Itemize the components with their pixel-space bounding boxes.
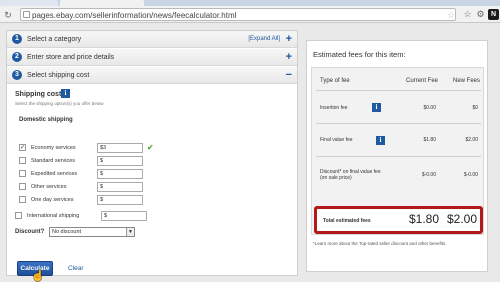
top-rated-seller-note[interactable]: *Learn more about the Top-rated seller d… bbox=[313, 241, 485, 247]
service-label: Standard services bbox=[31, 158, 76, 164]
economy-cost-input[interactable]: $3 bbox=[97, 143, 143, 153]
settings-wrench-icon[interactable]: ⚙ bbox=[475, 9, 486, 20]
step-label: Select a category bbox=[27, 36, 82, 43]
expand-plus-icon[interactable]: + bbox=[286, 32, 292, 46]
hand-cursor-icon: ☝ bbox=[31, 270, 45, 282]
divider bbox=[316, 123, 481, 124]
estimated-fees-heading: Estimated fees for this item: bbox=[313, 50, 406, 59]
total-new-fee: $2.00 bbox=[447, 212, 478, 226]
extension-icon[interactable]: N bbox=[488, 9, 499, 20]
total-estimated-fees-row: Total estimated fees $1.80 $2.00 bbox=[314, 206, 483, 234]
step-store-price-details[interactable]: 2 Enter store and price details + bbox=[7, 49, 297, 66]
international-checkbox[interactable] bbox=[15, 212, 22, 219]
domestic-shipping-heading: Domestic shipping bbox=[19, 117, 73, 123]
total-current-fee: $1.80 bbox=[409, 212, 440, 226]
current-fee-value: $-0.00 bbox=[421, 172, 436, 178]
discount-label: Discount? bbox=[15, 229, 45, 235]
standard-checkbox[interactable] bbox=[19, 157, 26, 164]
new-fee-value: $-0.00 bbox=[463, 172, 478, 178]
service-label: Other services bbox=[31, 184, 67, 190]
service-label: Expedited services bbox=[31, 171, 78, 177]
total-label: Total estimated fees bbox=[323, 218, 371, 224]
step-select-category[interactable]: 1 Select a category [Expand All] + bbox=[7, 31, 297, 48]
service-label: International shipping bbox=[27, 213, 80, 219]
step-label: Enter store and price details bbox=[27, 54, 115, 61]
economy-checkbox[interactable]: ✓ bbox=[19, 144, 26, 151]
discount-select[interactable]: No discount ▼ bbox=[49, 227, 135, 237]
international-cost-input[interactable]: $ bbox=[101, 211, 147, 221]
current-fee-value: $0.00 bbox=[423, 105, 436, 111]
fees-table: Type of fee Current Fee New Fees Inserti… bbox=[311, 67, 484, 235]
dropdown-arrow-icon: ▼ bbox=[126, 228, 134, 236]
column-header-current: Current Fee bbox=[406, 78, 439, 84]
url-text: pages.ebay.com/sellerinformation/news/fe… bbox=[32, 11, 237, 20]
info-icon[interactable]: i bbox=[61, 89, 70, 98]
step-label: Select shipping cost bbox=[27, 72, 90, 79]
info-icon[interactable]: i bbox=[372, 103, 381, 112]
fee-row-label: Insertion fee bbox=[320, 105, 348, 111]
bookmark-icon[interactable]: ☆ bbox=[462, 9, 473, 20]
other-checkbox[interactable] bbox=[19, 183, 26, 190]
divider bbox=[316, 90, 481, 91]
standard-cost-input[interactable]: $ bbox=[97, 156, 143, 166]
divider bbox=[316, 156, 481, 157]
column-header-type: Type of fee bbox=[320, 78, 350, 84]
bookmark-star-icon[interactable]: ☆ bbox=[447, 10, 455, 21]
step-number: 1 bbox=[12, 34, 22, 44]
other-cost-input[interactable]: $ bbox=[97, 182, 143, 192]
step-shipping-cost[interactable]: 3 Select shipping cost − bbox=[7, 67, 297, 84]
step-number: 3 bbox=[12, 70, 22, 80]
clear-link[interactable]: Clear bbox=[68, 265, 84, 272]
browser-toolbar: ↻ pages.ebay.com/sellerinformation/news/… bbox=[0, 6, 500, 23]
shipping-instructions: Select the shipping option(s) you offer … bbox=[15, 101, 104, 106]
expedited-cost-input[interactable]: $ bbox=[97, 169, 143, 179]
one-day-checkbox[interactable] bbox=[19, 196, 26, 203]
estimated-fees-panel: Estimated fees for this item: Type of fe… bbox=[306, 40, 488, 272]
one-day-cost-input[interactable]: $ bbox=[97, 195, 143, 205]
current-fee-value: $1.80 bbox=[423, 137, 436, 143]
page-content: 1 Select a category [Expand All] + 2 Ent… bbox=[0, 24, 500, 282]
expedited-checkbox[interactable] bbox=[19, 170, 26, 177]
service-label: One day services bbox=[31, 197, 74, 203]
valid-checkmark-icon: ✔ bbox=[147, 143, 154, 152]
new-fee-value: $2.00 bbox=[465, 137, 478, 143]
collapse-minus-icon[interactable]: − bbox=[286, 68, 292, 82]
discount-value: No discount bbox=[52, 229, 82, 235]
service-label: Economy services bbox=[31, 145, 76, 151]
fee-row-sublabel: (on sale price) bbox=[320, 175, 352, 181]
fee-row-label: Final value fee bbox=[320, 137, 353, 143]
expand-plus-icon[interactable]: + bbox=[286, 50, 292, 64]
info-icon[interactable]: i bbox=[376, 136, 385, 145]
page-icon bbox=[23, 11, 30, 18]
column-header-new: New Fees bbox=[453, 78, 481, 84]
fee-calculator-form: 1 Select a category [Expand All] + 2 Ent… bbox=[6, 30, 298, 282]
expand-all-link[interactable]: [Expand All] bbox=[248, 35, 280, 44]
shipping-cost-heading: Shipping cost bbox=[15, 91, 62, 98]
reload-icon[interactable]: ↻ bbox=[3, 10, 13, 20]
step-number: 2 bbox=[12, 52, 22, 62]
address-bar[interactable]: pages.ebay.com/sellerinformation/news/fe… bbox=[20, 8, 456, 21]
new-fee-value: $0 bbox=[472, 105, 478, 111]
